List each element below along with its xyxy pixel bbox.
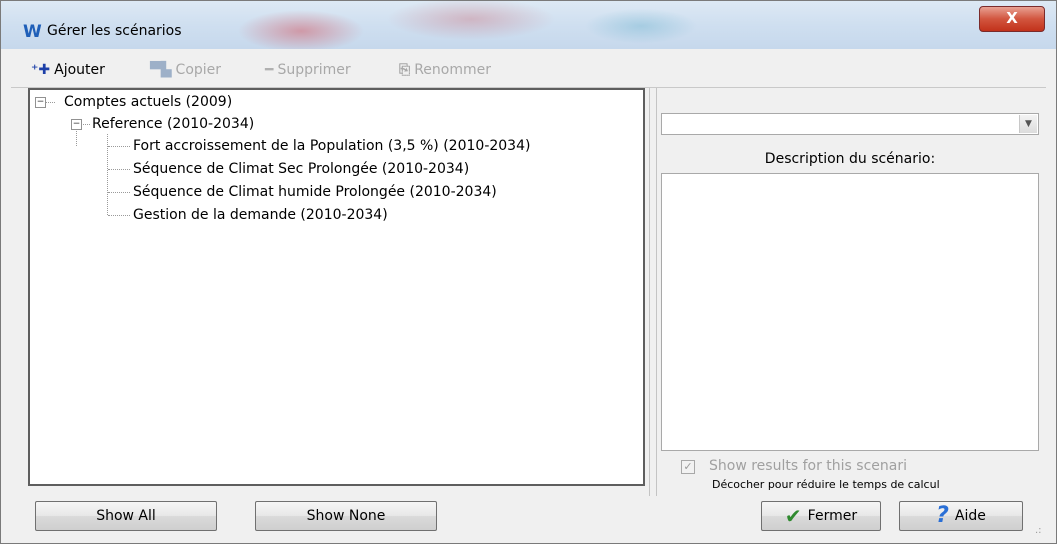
tree-node-scenario[interactable]: Séquence de Climat humide Prolongée (201… [133,182,497,202]
add-label: Ajouter [54,62,105,78]
close-window-button[interactable]: X [979,6,1045,32]
description-label: Description du scénario: [764,151,936,167]
manage-scenarios-dialog: W Gérer les scénarios X ⁺✚ Ajouter ▀▙ Co… [0,0,1057,544]
show-none-button[interactable]: Show None [255,501,437,531]
scenario-dropdown[interactable]: ▼ [661,113,1039,135]
minus-icon: ━ [265,62,274,78]
question-mark-icon: ? [936,503,949,528]
scenario-tree[interactable]: − Comptes actuels (2009) − Reference (20… [28,88,645,486]
show-results-checkbox[interactable]: ✓ [681,460,695,474]
resize-grip-icon[interactable]: .: [1035,525,1042,536]
delete-label: Supprimer [277,62,351,78]
copy-button[interactable]: ▀▙ Copier [150,59,221,81]
add-icon: ⁺✚ [31,62,51,78]
panel-splitter[interactable] [649,88,657,496]
tree-node-reference[interactable]: Reference (2010-2034) [92,114,254,134]
description-textarea[interactable] [661,173,1039,451]
show-all-label: Show All [96,508,156,524]
tree-connector [108,192,130,193]
rename-button[interactable]: ⎘ Renommer [399,59,491,81]
toolbar: ⁺✚ Ajouter ▀▙ Copier ━ Supprimer ⎘ Renom… [11,55,1046,85]
show-none-label: Show None [306,508,386,524]
add-button[interactable]: ⁺✚ Ajouter [31,59,105,81]
title-bar: W Gérer les scénarios X [1,1,1056,49]
show-all-button[interactable]: Show All [35,501,217,531]
tree-connector [108,215,130,216]
tree-node-scenario[interactable]: Séquence de Climat Sec Prolongée (2010-2… [133,159,469,179]
window-title: Gérer les scénarios [47,23,182,39]
calculation-hint: Décocher pour réduire le temps de calcul [712,478,940,491]
tree-connector [108,169,130,170]
rename-label: Renommer [414,62,491,78]
close-button[interactable]: ✔ Fermer [761,501,881,531]
collapse-toggle-icon[interactable]: − [71,119,82,130]
copy-icon: ▀▙ [150,62,172,78]
chevron-down-icon[interactable]: ▼ [1019,115,1037,133]
show-results-label: Show results for this scenari [709,458,907,474]
help-button[interactable]: ? Aide [899,501,1023,531]
close-label: Fermer [807,508,858,524]
tree-connector [108,146,130,147]
tree-node-current-accounts[interactable]: Comptes actuels (2009) [64,92,232,112]
help-label: Aide [954,508,986,524]
tree-node-scenario[interactable]: Fort accroissement de la Population (3,5… [133,136,530,156]
copy-label: Copier [175,62,222,78]
tree-node-scenario[interactable]: Gestion de la demande (2010-2034) [133,205,388,225]
app-logo-icon: W [23,22,42,42]
tree-connector [45,102,55,103]
checkmark-icon: ✔ [784,504,802,528]
collapse-toggle-icon[interactable]: − [35,97,46,108]
delete-button[interactable]: ━ Supprimer [265,59,351,81]
rename-icon: ⎘ [399,62,411,78]
